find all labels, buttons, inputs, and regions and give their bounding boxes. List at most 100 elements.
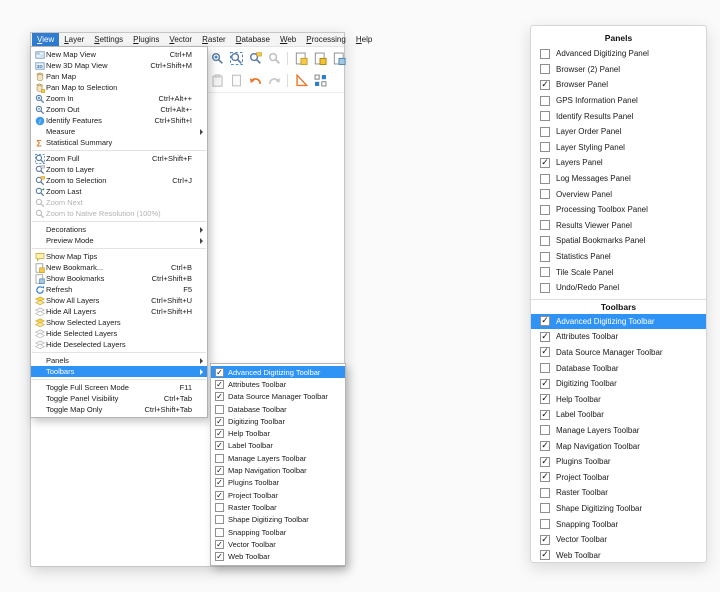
reference-item-undo-redo-panel[interactable]: Undo/Redo Panel: [531, 280, 706, 296]
menubar-item-help[interactable]: Help: [351, 33, 377, 46]
reference-item-browser-2-panel[interactable]: Browser (2) Panel: [531, 62, 706, 78]
checked-checkbox[interactable]: ✓: [215, 540, 224, 549]
menu-item-new-bookmark[interactable]: New Bookmark...Ctrl+B: [31, 262, 207, 273]
menu-item-identify-features[interactable]: iIdentify FeaturesCtrl+Shift+I: [31, 115, 207, 126]
submenu-item-attributes-toolbar[interactable]: ✓Attributes Toolbar: [211, 378, 345, 390]
reference-item-results-viewer-panel[interactable]: Results Viewer Panel: [531, 218, 706, 234]
bookmark-show-icon[interactable]: [331, 51, 347, 67]
submenu-item-plugins-toolbar[interactable]: ✓Plugins Toolbar: [211, 477, 345, 489]
menu-item-hide-all-layers[interactable]: Hide All LayersCtrl+Shift+H: [31, 306, 207, 317]
menu-item-zoom-to-layer[interactable]: Zoom to Layer: [31, 164, 207, 175]
menu-item-zoom-last[interactable]: Zoom Last: [31, 186, 207, 197]
checked-checkbox[interactable]: ✓: [540, 441, 550, 451]
reference-item-manage-layers-toolbar[interactable]: Manage Layers Toolbar: [531, 423, 706, 439]
reference-item-project-toolbar[interactable]: ✓Project Toolbar: [531, 469, 706, 485]
reference-item-gps-information-panel[interactable]: GPS Information Panel: [531, 93, 706, 109]
unchecked-checkbox[interactable]: [215, 503, 224, 512]
menu-item-preview-mode[interactable]: Preview Mode: [31, 235, 207, 246]
clipboard-icon[interactable]: [209, 73, 225, 89]
menu-item-toolbars[interactable]: Toolbars: [31, 366, 207, 377]
menu-item-zoom-next[interactable]: Zoom Next: [31, 197, 207, 208]
menu-item-decorations[interactable]: Decorations: [31, 224, 207, 235]
ruler-icon[interactable]: [293, 73, 309, 89]
menu-item-zoom-to-native-resolution-100[interactable]: Zoom to Native Resolution (100%): [31, 208, 207, 219]
unchecked-checkbox[interactable]: [540, 236, 550, 246]
unchecked-checkbox[interactable]: [540, 488, 550, 498]
menu-item-toggle-full-screen-mode[interactable]: Toggle Full Screen ModeF11: [31, 382, 207, 393]
submenu-item-map-navigation-toolbar[interactable]: ✓Map Navigation Toolbar: [211, 464, 345, 476]
submenu-item-digitizing-toolbar[interactable]: ✓Digitizing Toolbar: [211, 415, 345, 427]
menu-item-toggle-panel-visibility[interactable]: Toggle Panel VisibilityCtrl+Tab: [31, 393, 207, 404]
unchecked-checkbox[interactable]: [540, 503, 550, 513]
menu-item-pan-map[interactable]: Pan Map: [31, 71, 207, 82]
unchecked-checkbox[interactable]: [540, 64, 550, 74]
undo-icon[interactable]: [247, 73, 263, 89]
reference-item-advanced-digitizing-toolbar[interactable]: ✓Advanced Digitizing Toolbar: [531, 314, 706, 330]
checked-checkbox[interactable]: ✓: [215, 380, 224, 389]
checked-checkbox[interactable]: ✓: [540, 457, 550, 467]
reference-item-tile-scale-panel[interactable]: Tile Scale Panel: [531, 264, 706, 280]
unchecked-checkbox[interactable]: [540, 189, 550, 199]
reference-item-layers-panel[interactable]: ✓Layers Panel: [531, 155, 706, 171]
menu-item-zoom-in[interactable]: Zoom InCtrl+Alt++: [31, 93, 207, 104]
zoom-in-icon[interactable]: [209, 51, 225, 67]
unchecked-checkbox[interactable]: [540, 96, 550, 106]
menubar-item-plugins[interactable]: Plugins: [128, 33, 164, 46]
unchecked-checkbox[interactable]: [540, 142, 550, 152]
menu-item-refresh[interactable]: RefreshF5: [31, 284, 207, 295]
checked-checkbox[interactable]: ✓: [540, 316, 550, 326]
unchecked-checkbox[interactable]: [540, 519, 550, 529]
zoom-full-icon[interactable]: [228, 51, 244, 67]
checked-checkbox[interactable]: ✓: [540, 158, 550, 168]
menu-item-zoom-out[interactable]: Zoom OutCtrl+Alt+-: [31, 104, 207, 115]
zoom-selection-icon[interactable]: [247, 51, 263, 67]
checked-checkbox[interactable]: ✓: [215, 392, 224, 401]
reference-item-layer-order-panel[interactable]: Layer Order Panel: [531, 124, 706, 140]
checked-checkbox[interactable]: ✓: [215, 368, 224, 377]
checked-checkbox[interactable]: ✓: [215, 417, 224, 426]
checked-checkbox[interactable]: ✓: [540, 347, 550, 357]
reference-item-map-navigation-toolbar[interactable]: ✓Map Navigation Toolbar: [531, 438, 706, 454]
menu-item-measure[interactable]: Measure: [31, 126, 207, 137]
unchecked-checkbox[interactable]: [540, 363, 550, 373]
checked-checkbox[interactable]: ✓: [540, 332, 550, 342]
reference-item-identify-results-panel[interactable]: Identify Results Panel: [531, 108, 706, 124]
checked-checkbox[interactable]: ✓: [215, 552, 224, 561]
menu-item-new-map-view[interactable]: New Map ViewCtrl+M: [31, 49, 207, 60]
reference-item-processing-toolbox-panel[interactable]: Processing Toolbox Panel: [531, 202, 706, 218]
unchecked-checkbox[interactable]: [215, 515, 224, 524]
unchecked-checkbox[interactable]: [540, 205, 550, 215]
submenu-item-database-toolbar[interactable]: Database Toolbar: [211, 403, 345, 415]
menu-item-zoom-to-selection[interactable]: Zoom to SelectionCtrl+J: [31, 175, 207, 186]
checked-checkbox[interactable]: ✓: [540, 535, 550, 545]
submenu-item-snapping-toolbar[interactable]: Snapping Toolbar: [211, 526, 345, 538]
reference-item-layer-styling-panel[interactable]: Layer Styling Panel: [531, 140, 706, 156]
checked-checkbox[interactable]: ✓: [540, 394, 550, 404]
submenu-item-label-toolbar[interactable]: ✓Label Toolbar: [211, 440, 345, 452]
unchecked-checkbox[interactable]: [540, 174, 550, 184]
reference-item-plugins-toolbar[interactable]: ✓Plugins Toolbar: [531, 454, 706, 470]
submenu-item-advanced-digitizing-toolbar[interactable]: ✓Advanced Digitizing Toolbar: [211, 366, 345, 378]
menu-item-zoom-full[interactable]: Zoom FullCtrl+Shift+F: [31, 153, 207, 164]
checked-checkbox[interactable]: ✓: [540, 80, 550, 90]
reference-item-log-messages-panel[interactable]: Log Messages Panel: [531, 171, 706, 187]
reference-item-attributes-toolbar[interactable]: ✓Attributes Toolbar: [531, 329, 706, 345]
menu-item-show-selected-layers[interactable]: Show Selected Layers: [31, 317, 207, 328]
submenu-item-data-source-manager-toolbar[interactable]: ✓Data Source Manager Toolbar: [211, 391, 345, 403]
redo-icon[interactable]: [266, 73, 282, 89]
checked-checkbox[interactable]: ✓: [215, 429, 224, 438]
menubar-item-view[interactable]: View: [32, 33, 59, 46]
unchecked-checkbox[interactable]: [540, 111, 550, 121]
page-icon[interactable]: [228, 73, 244, 89]
menubar-item-database[interactable]: Database: [231, 33, 275, 46]
reference-item-raster-toolbar[interactable]: Raster Toolbar: [531, 485, 706, 501]
submenu-item-shape-digitizing-toolbar[interactable]: Shape Digitizing Toolbar: [211, 514, 345, 526]
checked-checkbox[interactable]: ✓: [215, 441, 224, 450]
menu-item-new-3d-map-view[interactable]: 3DNew 3D Map ViewCtrl+Shift+M: [31, 60, 207, 71]
checked-checkbox[interactable]: ✓: [540, 472, 550, 482]
menubar-item-layer[interactable]: Layer: [59, 33, 89, 46]
unchecked-checkbox[interactable]: [540, 283, 550, 293]
reference-item-vector-toolbar[interactable]: ✓Vector Toolbar: [531, 532, 706, 548]
menu-item-show-map-tips[interactable]: Show Map Tips: [31, 251, 207, 262]
submenu-item-raster-toolbar[interactable]: Raster Toolbar: [211, 501, 345, 513]
